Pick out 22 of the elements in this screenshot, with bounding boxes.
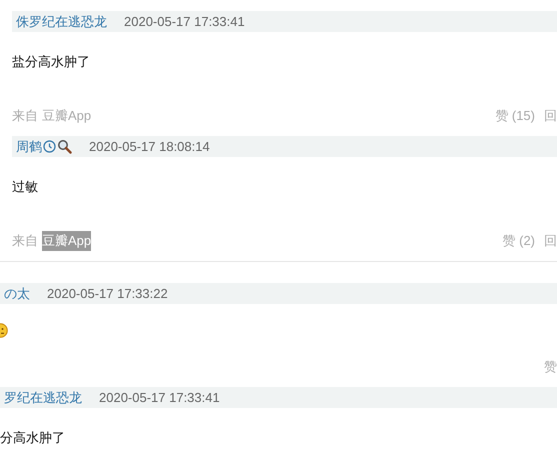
- magnifier-icon: [57, 139, 72, 154]
- comment-time: 2020-05-17 17:33:41: [99, 388, 220, 407]
- comment-text: 盐分高水肿了: [12, 53, 90, 71]
- author-link[interactable]: の太: [4, 284, 30, 304]
- comment-text: 过敏: [12, 178, 38, 196]
- like-link[interactable]: 赞 (2): [502, 231, 535, 251]
- comment-text: 分高水肿了: [0, 429, 65, 447]
- app-link[interactable]: 豆瓣App: [42, 231, 92, 251]
- author-link[interactable]: 罗纪在逃恐龙: [4, 388, 82, 408]
- source-label: 来自: [12, 107, 38, 126]
- clock-icon: [43, 140, 56, 153]
- reply-link[interactable]: 回: [544, 106, 557, 126]
- author-link[interactable]: 侏罗纪在逃恐龙: [16, 12, 107, 32]
- comment-time: 2020-05-17 17:33:41: [124, 12, 245, 31]
- like-link[interactable]: 赞 (15): [495, 106, 535, 126]
- author-link[interactable]: 周鹤: [16, 136, 42, 156]
- app-link[interactable]: 豆瓣App: [42, 106, 92, 126]
- like-link[interactable]: 赞: [544, 357, 557, 377]
- reply-link[interactable]: 回: [544, 231, 557, 251]
- source-label: 来自: [12, 232, 38, 250]
- comment-time: 2020-05-17 17:33:22: [47, 284, 168, 303]
- comment-time: 2020-05-17 18:08:14: [89, 138, 210, 156]
